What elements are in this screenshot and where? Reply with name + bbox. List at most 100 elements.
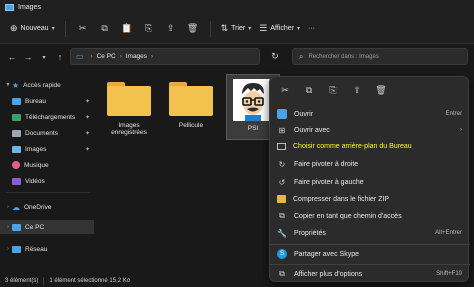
up-button[interactable]: ↑ — [52, 48, 68, 66]
sidebar-item-label: Réseau — [25, 245, 48, 253]
window-title: Images — [18, 3, 41, 11]
sidebar-item-videos[interactable]: Vidéos — [0, 174, 94, 188]
menu-item-open[interactable]: Ouvrir Entrer — [270, 106, 470, 122]
menu-item-label: Faire pivoter à gauche — [294, 178, 364, 186]
menu-item-properties[interactable]: 🔧 Propriétés Alt+Entrer — [270, 225, 470, 241]
menu-item-share-skype[interactable]: S Partager avec Skype — [270, 246, 470, 262]
open-with-icon: ⊞ — [278, 125, 286, 135]
menu-item-open-with[interactable]: ⊞ Ouvrir avec › — [270, 122, 470, 138]
trash-icon: 🗑 — [186, 23, 199, 33]
network-icon — [12, 245, 21, 253]
menu-divider — [270, 264, 470, 265]
search-placeholder: Rechercher dans : Images — [308, 53, 379, 60]
menu-item-rotate-right[interactable]: ↻ Faire pivoter à droite — [270, 156, 470, 172]
desktop-background-icon — [277, 142, 286, 150]
sidebar-item-label: Ce PC — [25, 223, 45, 231]
address-row: ← → ▾ ↑ ▭ › Ce PC › Images › ↻ ⌕ Recherc… — [0, 45, 474, 69]
chevron-down-icon: ▼ — [5, 82, 11, 88]
view-button[interactable]: ☰ Afficher ▾ — [255, 19, 304, 39]
breadcrumb-images[interactable]: Images — [126, 53, 147, 60]
more-button[interactable]: ··· — [304, 19, 319, 39]
command-bar: ⊕ Nouveau ▾ ✂ ⧉ 📋 ⎘ ⇪ 🗑 ⇅ Trier ▾ ☰ Affi… — [0, 14, 474, 44]
share-button[interactable]: ⇪ — [346, 81, 368, 99]
computer-icon — [12, 223, 21, 231]
folder-icon — [107, 80, 151, 116]
chevron-right-icon: › — [7, 246, 9, 252]
menu-item-set-desktop-background[interactable]: Choisir comme arrière-plan du Bureau — [270, 138, 470, 154]
plus-circle-icon: ⊕ — [10, 23, 18, 33]
sidebar-item-pictures[interactable]: Images ✦ — [0, 142, 94, 156]
rename-button[interactable]: ⎘ — [322, 81, 344, 99]
sidebar-item-label: Téléchargements — [25, 113, 76, 121]
skype-icon: S — [277, 249, 287, 259]
paste-button[interactable]: 📋 — [116, 19, 138, 39]
refresh-icon: ↻ — [271, 51, 279, 61]
back-button[interactable]: ← — [4, 48, 20, 66]
recent-locations-button[interactable]: ▾ — [36, 48, 52, 66]
status-divider — [43, 277, 45, 285]
sort-button[interactable]: ⇅ Trier ▾ — [217, 19, 256, 39]
share-button[interactable]: ⇪ — [160, 19, 182, 39]
pictures-icon — [12, 145, 21, 153]
search-input[interactable]: ⌕ Rechercher dans : Images — [292, 48, 468, 65]
sidebar-item-documents[interactable]: Documents ✦ — [0, 126, 94, 140]
cut-button[interactable]: ✂ — [274, 81, 296, 99]
file-item-saved-pictures[interactable]: Images enregistrées — [102, 76, 156, 148]
copy-button[interactable]: ⧉ — [298, 81, 320, 99]
forward-button[interactable]: → — [20, 48, 36, 66]
chevron-down-icon: ▾ — [51, 26, 55, 32]
chevron-right-icon: › — [7, 204, 9, 210]
sidebar-item-this-pc[interactable]: › Ce PC — [0, 220, 94, 234]
delete-button[interactable]: 🗑 — [182, 19, 204, 39]
copy-icon: ⧉ — [101, 23, 108, 33]
sidebar-item-quick-access[interactable]: ▼ ★ Accès rapide — [0, 78, 94, 92]
avatar-icon — [233, 79, 273, 121]
context-menu: ✂ ⧉ ⎘ ⇪ 🗑 Ouvrir Entrer ⊞ Ouvrir avec › … — [269, 76, 470, 282]
menu-item-label: Compresser dans le fichier ZIP — [293, 195, 390, 203]
view-button-label: Afficher — [270, 25, 294, 32]
pin-icon: ✦ — [84, 130, 90, 137]
sidebar-item-label: Accès rapide — [23, 81, 61, 89]
computer-icon: ▭ — [76, 52, 84, 61]
rename-icon: ⎘ — [329, 84, 337, 95]
image-thumbnail — [233, 79, 273, 121]
menu-item-rotate-left[interactable]: ↺ Faire pivoter à gauche — [270, 174, 470, 190]
file-item-camera-roll[interactable]: Pellicule — [164, 76, 218, 148]
address-bar[interactable]: ▭ › Ce PC › Images › — [70, 48, 260, 65]
document-icon — [12, 129, 21, 137]
music-icon — [12, 161, 20, 169]
pin-icon: ✦ — [84, 98, 90, 105]
menu-item-label: Ouvrir avec — [294, 126, 330, 134]
refresh-button[interactable]: ↻ — [266, 48, 284, 65]
sidebar-item-downloads[interactable]: Téléchargements ✦ — [0, 110, 94, 124]
rename-button[interactable]: ⎘ — [138, 19, 160, 39]
arrow-left-icon: ← — [7, 52, 17, 62]
rotate-left-icon: ↺ — [278, 177, 286, 187]
toolbar-divider — [64, 20, 66, 37]
chevron-right-icon: › — [151, 53, 154, 60]
clipboard-icon: 📋 — [120, 23, 133, 33]
sidebar-item-network[interactable]: › Réseau — [0, 242, 94, 256]
cut-button[interactable]: ✂ — [72, 19, 94, 39]
copy-button[interactable]: ⧉ — [94, 19, 116, 39]
file-item-label: Images enregistrées — [111, 122, 147, 136]
chevron-right-icon: › — [460, 127, 462, 133]
menu-item-compress-zip[interactable]: Compresser dans le fichier ZIP — [270, 191, 470, 207]
menu-item-copy-path[interactable]: ⧉ Copier en tant que chemin d'accès — [270, 208, 470, 224]
copy-icon: ⧉ — [305, 84, 313, 95]
menu-item-show-more-options[interactable]: ⧉ Afficher plus d'options Shift+F10 — [270, 266, 470, 282]
sidebar-item-onedrive[interactable]: › ☁ OneDrive — [0, 200, 94, 214]
breadcrumb-this-pc[interactable]: Ce PC — [97, 53, 116, 60]
menu-item-label: Afficher plus d'options — [294, 270, 363, 278]
star-icon: ★ — [12, 80, 20, 90]
delete-button[interactable]: 🗑 — [370, 81, 392, 99]
sidebar-item-label: OneDrive — [24, 203, 52, 211]
chevron-down-icon: ▾ — [296, 26, 300, 32]
download-icon — [12, 113, 21, 121]
sidebar-item-desktop[interactable]: Bureau ✦ — [0, 94, 94, 108]
menu-divider — [270, 244, 470, 245]
arrow-right-icon: → — [23, 52, 33, 62]
sidebar-item-music[interactable]: Musique — [0, 158, 94, 172]
sidebar-divider — [6, 192, 90, 193]
new-button[interactable]: ⊕ Nouveau ▾ — [6, 19, 59, 39]
